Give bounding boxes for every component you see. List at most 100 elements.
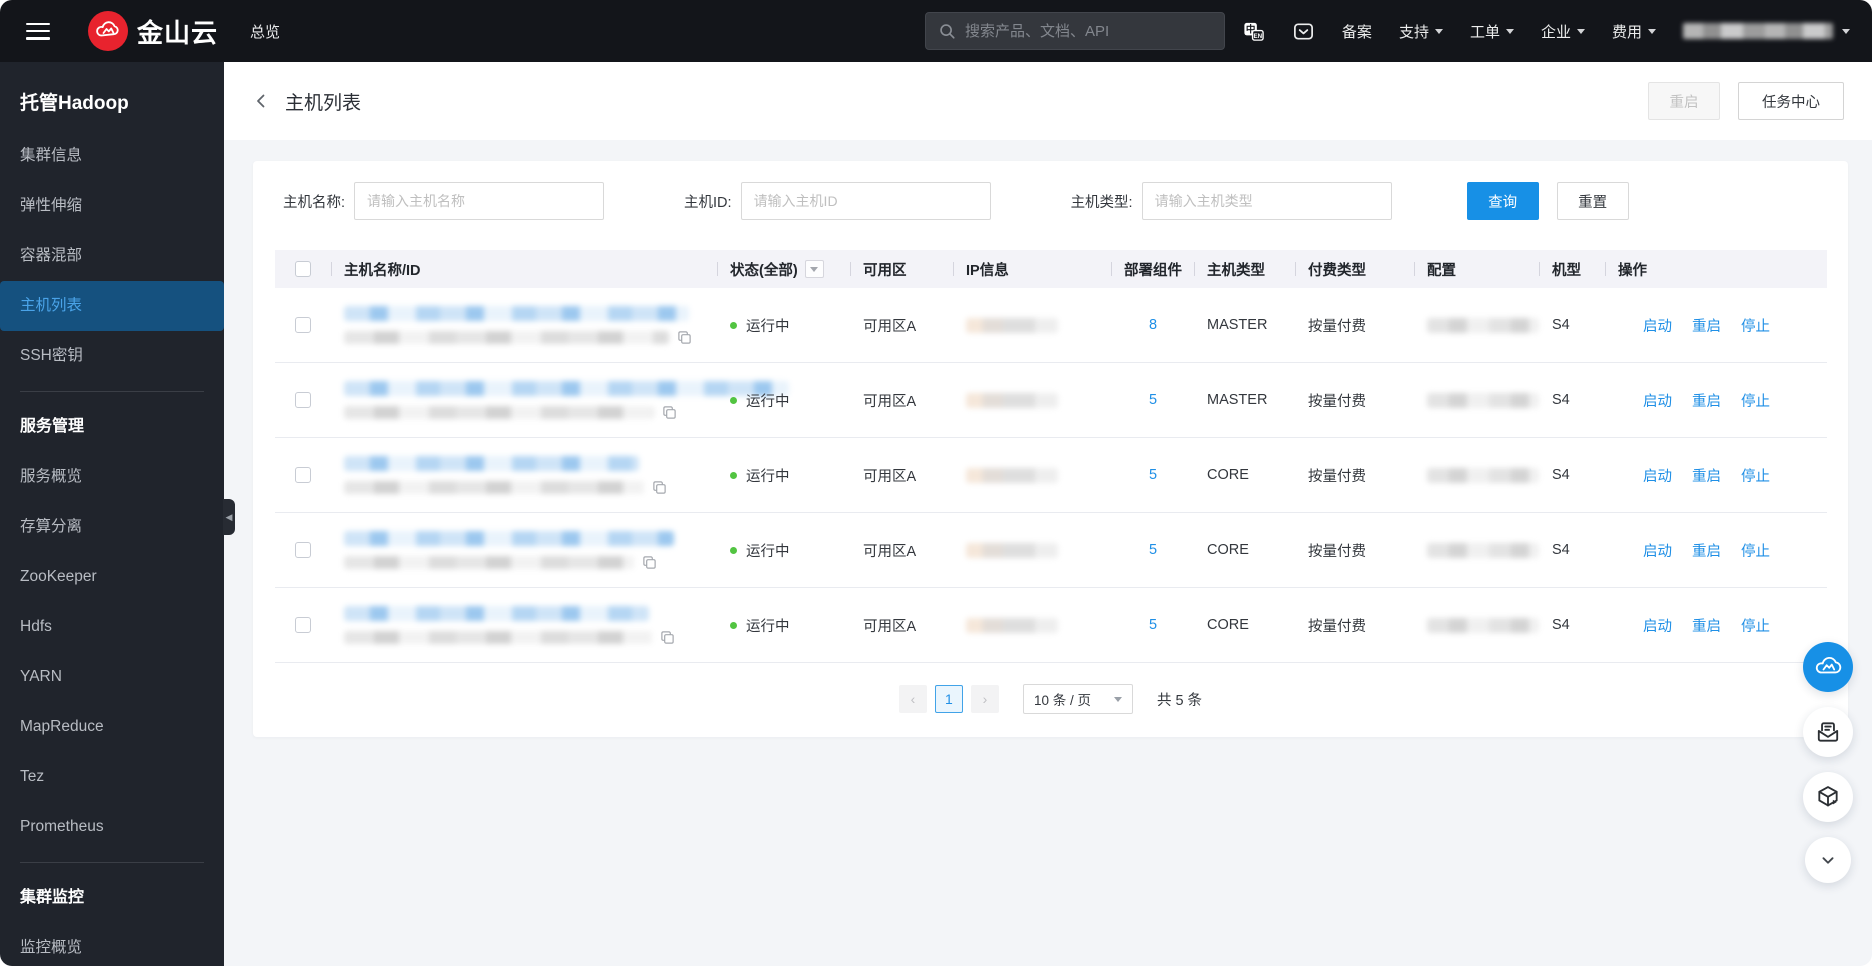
- redacted-host-name-link[interactable]: [344, 455, 639, 471]
- sidebar-item-auto-scaling[interactable]: 弹性伸缩: [0, 181, 224, 231]
- stop-action-link[interactable]: 停止: [1741, 540, 1770, 561]
- collapse-toolbar-button[interactable]: [1805, 837, 1851, 883]
- restart-action-link[interactable]: 重启: [1692, 540, 1721, 561]
- redacted-host-name-link[interactable]: [344, 305, 689, 321]
- feedback-mail-button[interactable]: [1803, 707, 1853, 757]
- host-type-input[interactable]: [1141, 182, 1392, 220]
- sidebar-item-prometheus[interactable]: Prometheus: [0, 802, 224, 852]
- redacted-host-id: [344, 405, 654, 419]
- stop-action-link[interactable]: 停止: [1741, 615, 1770, 636]
- components-count-link[interactable]: 5: [1124, 542, 1182, 558]
- status-text: 运行中: [746, 468, 790, 485]
- account-menu[interactable]: [1683, 23, 1850, 39]
- row-checkbox[interactable]: [295, 317, 311, 333]
- stop-action-link[interactable]: 停止: [1741, 390, 1770, 411]
- language-switch-icon[interactable]: 中 EN: [1242, 20, 1265, 43]
- sidebar-product-title: 托管Hadoop: [20, 93, 129, 114]
- nav-overview[interactable]: 总览: [250, 21, 280, 42]
- sidebar-item-container-colocation[interactable]: 容器混部: [0, 231, 224, 281]
- reset-button[interactable]: 重置: [1556, 182, 1629, 220]
- menu-item-enterprise[interactable]: 企业: [1541, 21, 1585, 42]
- chevron-left-icon: [257, 94, 265, 108]
- table-row: 运行中 可用区A 8 MASTER 按量付费 S4 启动 重启 停止: [275, 288, 1827, 363]
- components-count-link[interactable]: 5: [1124, 467, 1182, 483]
- start-action-link[interactable]: 启动: [1643, 465, 1672, 486]
- components-count-link[interactable]: 5: [1124, 617, 1182, 633]
- host-name-input[interactable]: [354, 182, 605, 220]
- sidebar-item-storage-compute-separation[interactable]: 存算分离: [0, 502, 224, 552]
- sidebar-item-ssh-key[interactable]: SSH密钥: [0, 331, 224, 381]
- current-page-button[interactable]: 1: [934, 685, 963, 713]
- menu-item-tickets[interactable]: 工单: [1470, 21, 1514, 42]
- copy-icon[interactable]: [677, 330, 692, 345]
- search-input[interactable]: [965, 22, 1212, 40]
- prev-page-button[interactable]: ‹: [898, 685, 927, 713]
- menu-item-beian[interactable]: 备案: [1342, 21, 1372, 42]
- copy-icon[interactable]: [660, 630, 675, 645]
- page-size-select[interactable]: 10 条 / 页: [1022, 684, 1133, 714]
- row-checkbox[interactable]: [295, 467, 311, 483]
- copy-icon[interactable]: [662, 405, 677, 420]
- row-checkbox[interactable]: [295, 392, 311, 408]
- customer-service-button[interactable]: [1803, 642, 1853, 692]
- sidebar-item-mapreduce[interactable]: MapReduce: [0, 702, 224, 752]
- sidebar-item-tez[interactable]: Tez: [0, 752, 224, 802]
- status-filter-button[interactable]: [804, 260, 824, 278]
- sidebar-item-monitor-overview[interactable]: 监控概览: [0, 923, 224, 966]
- restart-action-link[interactable]: 重启: [1692, 465, 1721, 486]
- redacted-host-name-link[interactable]: [344, 530, 674, 546]
- copy-icon[interactable]: [652, 480, 667, 495]
- brand-logo[interactable]: 金山云: [88, 11, 218, 51]
- product-news-button[interactable]: [1803, 772, 1853, 822]
- stop-action-link[interactable]: 停止: [1741, 315, 1770, 336]
- sidebar-item-hdfs[interactable]: Hdfs: [0, 602, 224, 652]
- pay-type-text: 按量付费: [1308, 543, 1366, 560]
- table-row: 运行中 可用区A 5 CORE 按量付费 S4 启动 重启 停止: [275, 513, 1827, 588]
- zone-text: 可用区A: [863, 468, 917, 485]
- search-icon: [940, 24, 955, 39]
- status-dot-running: [730, 321, 737, 329]
- row-checkbox[interactable]: [295, 617, 311, 633]
- back-button[interactable]: [252, 92, 270, 110]
- start-action-link[interactable]: 启动: [1643, 615, 1672, 636]
- global-search[interactable]: [925, 12, 1225, 50]
- start-action-link[interactable]: 启动: [1643, 540, 1672, 561]
- start-action-link[interactable]: 启动: [1643, 315, 1672, 336]
- sidebar-item-service-overview[interactable]: 服务概览: [0, 452, 224, 502]
- menu-item-billing[interactable]: 费用: [1612, 21, 1656, 42]
- host-type-text: CORE: [1207, 467, 1249, 483]
- sidebar-divider: [20, 391, 204, 392]
- redacted-host-name-link[interactable]: [344, 605, 649, 621]
- select-all-checkbox[interactable]: [295, 261, 311, 277]
- row-checkbox[interactable]: [295, 542, 311, 558]
- filter-caret-icon: [810, 266, 819, 272]
- menu-item-support[interactable]: 支持: [1399, 21, 1443, 42]
- table-header-row: 主机名称/ID 状态(全部) 可用区 IP信息 部署组件 主机类型 付费类型 配…: [275, 250, 1827, 288]
- sidebar-item-host-list[interactable]: 主机列表: [0, 281, 224, 331]
- col-header-zone: 可用区: [850, 259, 953, 280]
- components-count-link[interactable]: 8: [1124, 317, 1182, 333]
- restart-action-link[interactable]: 重启: [1692, 390, 1721, 411]
- start-action-link[interactable]: 启动: [1643, 390, 1672, 411]
- redacted-config: [1427, 542, 1539, 558]
- restart-button-disabled[interactable]: 重启: [1648, 82, 1720, 120]
- hamburger-menu-icon[interactable]: [26, 22, 50, 40]
- sidebar: 托管Hadoop 集群信息 弹性伸缩 容器混部 主机列表 SSH密钥 服务管理 …: [0, 62, 235, 966]
- components-count-link[interactable]: 5: [1124, 392, 1182, 408]
- sidebar-item-yarn[interactable]: YARN: [0, 652, 224, 702]
- sidebar-item-zookeeper[interactable]: ZooKeeper: [0, 552, 224, 602]
- redacted-config: [1427, 392, 1539, 408]
- query-button[interactable]: 查询: [1466, 182, 1539, 220]
- copy-icon[interactable]: [642, 555, 657, 570]
- restart-action-link[interactable]: 重启: [1692, 615, 1721, 636]
- redacted-config: [1427, 617, 1539, 633]
- message-center-icon[interactable]: [1292, 20, 1315, 43]
- sidebar-collapse-handle[interactable]: ◀: [223, 499, 235, 535]
- stop-action-link[interactable]: 停止: [1741, 465, 1770, 486]
- host-id-input[interactable]: [740, 182, 991, 220]
- next-page-button[interactable]: ›: [970, 685, 999, 713]
- pay-type-text: 按量付费: [1308, 468, 1366, 485]
- sidebar-item-cluster-info[interactable]: 集群信息: [0, 131, 224, 181]
- restart-action-link[interactable]: 重启: [1692, 315, 1721, 336]
- task-center-button[interactable]: 任务中心: [1738, 82, 1844, 120]
